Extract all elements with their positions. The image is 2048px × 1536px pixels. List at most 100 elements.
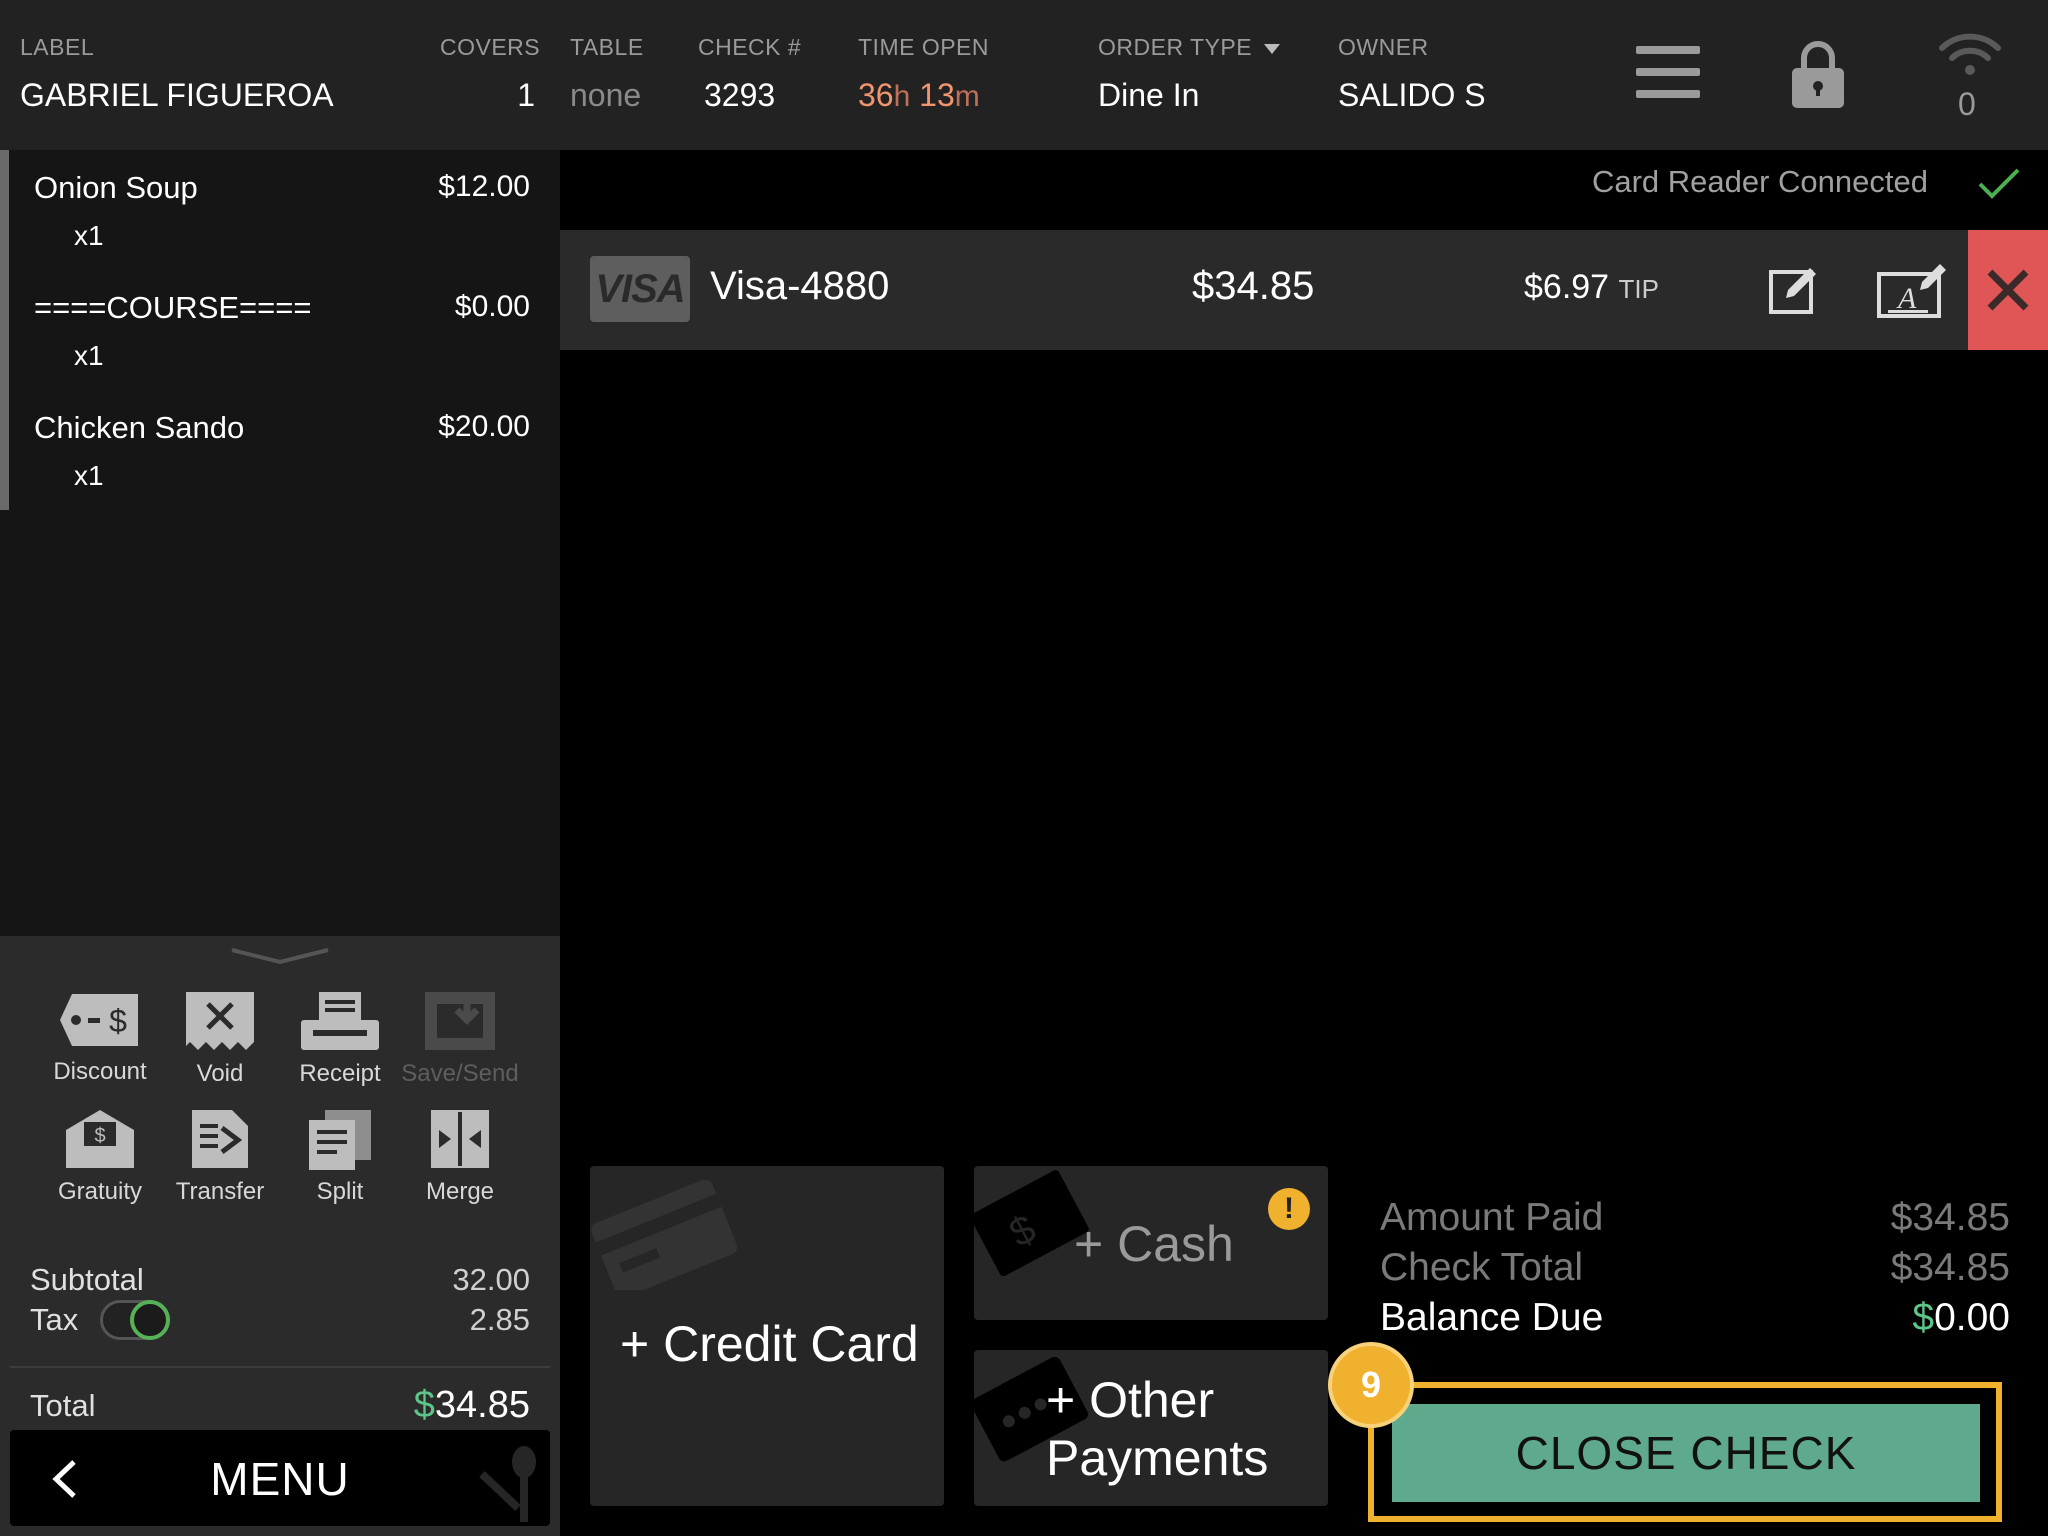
close-check-button[interactable]: CLOSE CHECK — [1392, 1404, 1980, 1502]
hamburger-menu-icon[interactable] — [1636, 44, 1700, 105]
time-open-minutes: 13 — [919, 77, 955, 113]
order-item-qty: x1 — [74, 340, 104, 371]
save-send-label: Save/Send — [401, 1060, 519, 1087]
order-item[interactable]: Chicken Sando $20.00 x1 — [34, 410, 530, 492]
label-value: GABRIEL FIGUEROA — [20, 77, 334, 113]
time-open-hours-unit: h — [893, 80, 911, 113]
total-value: $34.85 — [413, 1384, 530, 1426]
time-open-title: TIME OPEN — [858, 34, 990, 60]
order-item-price: $0.00 — [454, 290, 530, 323]
scroll-indicator — [0, 150, 9, 510]
table-field[interactable]: TABLE none — [570, 34, 644, 114]
order-item-qty: x1 — [74, 460, 104, 491]
owner-field[interactable]: OWNER SALIDO S — [1338, 34, 1486, 114]
utensils-icon — [479, 1446, 536, 1522]
other-payments-label: + Other Payments — [1046, 1372, 1269, 1486]
tax-row: Tax 2.85 — [30, 1300, 530, 1340]
subtotal-value: 32.00 — [452, 1262, 530, 1297]
visa-logo-icon: VISA — [590, 256, 690, 322]
svg-text:$: $ — [109, 1003, 127, 1039]
order-type-dropdown[interactable]: ORDER TYPE Dine In — [1098, 34, 1281, 114]
discount-label: Discount — [53, 1058, 147, 1085]
lock-icon[interactable] — [1792, 40, 1844, 113]
payment-card-name: Visa-4880 — [710, 264, 890, 308]
check-number-value: 3293 — [704, 77, 776, 113]
credit-card-label: + Credit Card — [620, 1316, 919, 1372]
cash-tile[interactable]: $ + Cash ! — [974, 1166, 1328, 1320]
split-label: Split — [316, 1178, 364, 1205]
time-open-field: TIME OPEN 36h 13m — [858, 34, 989, 114]
signature-icon[interactable]: A — [1876, 260, 1948, 320]
order-type-title: ORDER TYPE — [1098, 34, 1281, 61]
order-item-price: $20.00 — [438, 410, 530, 443]
balance-due-label: Balance Due — [1380, 1296, 1604, 1339]
remove-payment-button[interactable] — [1968, 230, 2048, 350]
tax-toggle[interactable] — [100, 1300, 170, 1340]
step-badge: 9 — [1328, 1342, 1414, 1428]
transfer-button[interactable]: Transfer — [160, 1108, 280, 1206]
label-title: LABEL — [20, 34, 95, 60]
order-items-list[interactable]: Onion Soup $12.00 x1 ====COURSE==== $0.0… — [0, 150, 560, 936]
check-number-field: CHECK # 3293 — [698, 34, 801, 114]
close-icon — [1987, 269, 2029, 311]
subtotal-row: Subtotal 32.00 — [30, 1262, 530, 1298]
printer-icon — [301, 992, 379, 1050]
credit-card-icon — [591, 1180, 738, 1290]
covers-field[interactable]: COVERS 1 — [440, 34, 540, 114]
save-send-button[interactable]: Save/Send — [400, 990, 520, 1088]
save-send-icon — [425, 992, 495, 1050]
cash-label: + Cash — [1074, 1216, 1234, 1272]
wifi-count: 0 — [1958, 86, 1976, 122]
check-header: LABEL GABRIEL FIGUEROA COVERS 1 TABLE no… — [0, 0, 2048, 150]
checkmark-icon — [1978, 168, 2020, 199]
payment-row[interactable]: VISA Visa-4880 $34.85 $6.97 TIP A — [560, 230, 2048, 350]
merge-icon — [431, 1110, 489, 1168]
void-button[interactable]: Void — [160, 990, 280, 1088]
payment-tip-amount: $6.97 — [1524, 268, 1610, 306]
void-label: Void — [196, 1060, 244, 1087]
table-value: none — [570, 77, 642, 113]
order-type-value: Dine In — [1098, 77, 1200, 113]
discount-tag-icon: $ — [60, 994, 138, 1046]
label-field[interactable]: LABEL GABRIEL FIGUEROA — [20, 34, 334, 114]
merge-button[interactable]: Merge — [400, 1108, 520, 1206]
close-check-label: CLOSE CHECK — [1515, 1427, 1857, 1479]
owner-value: SALIDO S — [1338, 77, 1486, 113]
collapse-chevron-icon[interactable] — [230, 946, 330, 966]
chevron-down-icon — [1264, 43, 1281, 54]
check-number-title: CHECK # — [698, 34, 802, 60]
order-panel: Onion Soup $12.00 x1 ====COURSE==== $0.0… — [0, 150, 560, 1536]
check-total-label: Check Total — [1380, 1246, 1584, 1289]
time-open-value: 36h 13m — [858, 77, 989, 114]
order-item-qty: x1 — [74, 220, 104, 251]
void-receipt-icon — [186, 992, 254, 1050]
tax-toggle-knob — [130, 1300, 170, 1340]
menu-button[interactable]: MENU — [10, 1430, 550, 1526]
svg-text:$: $ — [94, 1125, 105, 1147]
order-item[interactable]: ====COURSE==== $0.00 x1 — [34, 290, 530, 372]
other-payments-tile[interactable]: + Other Payments — [974, 1350, 1328, 1506]
receipt-button[interactable]: Receipt — [280, 990, 400, 1088]
split-icon — [309, 1110, 371, 1170]
transfer-icon — [192, 1110, 248, 1168]
balance-due-value: $0.00 — [1912, 1296, 2010, 1339]
tax-value: 2.85 — [469, 1302, 530, 1337]
edit-tip-icon[interactable] — [1768, 264, 1820, 316]
time-open-hours: 36 — [858, 77, 894, 113]
gratuity-envelope-icon: $ — [66, 1110, 134, 1168]
merge-label: Merge — [425, 1178, 495, 1205]
totals-divider — [10, 1366, 550, 1368]
split-button[interactable]: Split — [280, 1108, 400, 1206]
credit-card-tile[interactable]: + Credit Card — [590, 1166, 944, 1506]
order-item[interactable]: Onion Soup $12.00 x1 — [34, 170, 530, 252]
total-label: Total — [30, 1388, 96, 1423]
owner-title: OWNER — [1338, 34, 1429, 60]
amount-paid-row: Amount Paid $34.85 — [1380, 1196, 2010, 1240]
gratuity-button[interactable]: $ Gratuity — [40, 1108, 160, 1206]
payment-amount: $34.85 — [1192, 264, 1315, 308]
order-item-price: $12.00 — [438, 170, 530, 203]
wifi-icon — [1938, 32, 2002, 81]
discount-button[interactable]: $ Discount — [40, 990, 160, 1086]
card-reader-status: Card Reader Connected — [1591, 164, 1928, 199]
amount-paid-value: $34.85 — [1890, 1196, 2010, 1239]
